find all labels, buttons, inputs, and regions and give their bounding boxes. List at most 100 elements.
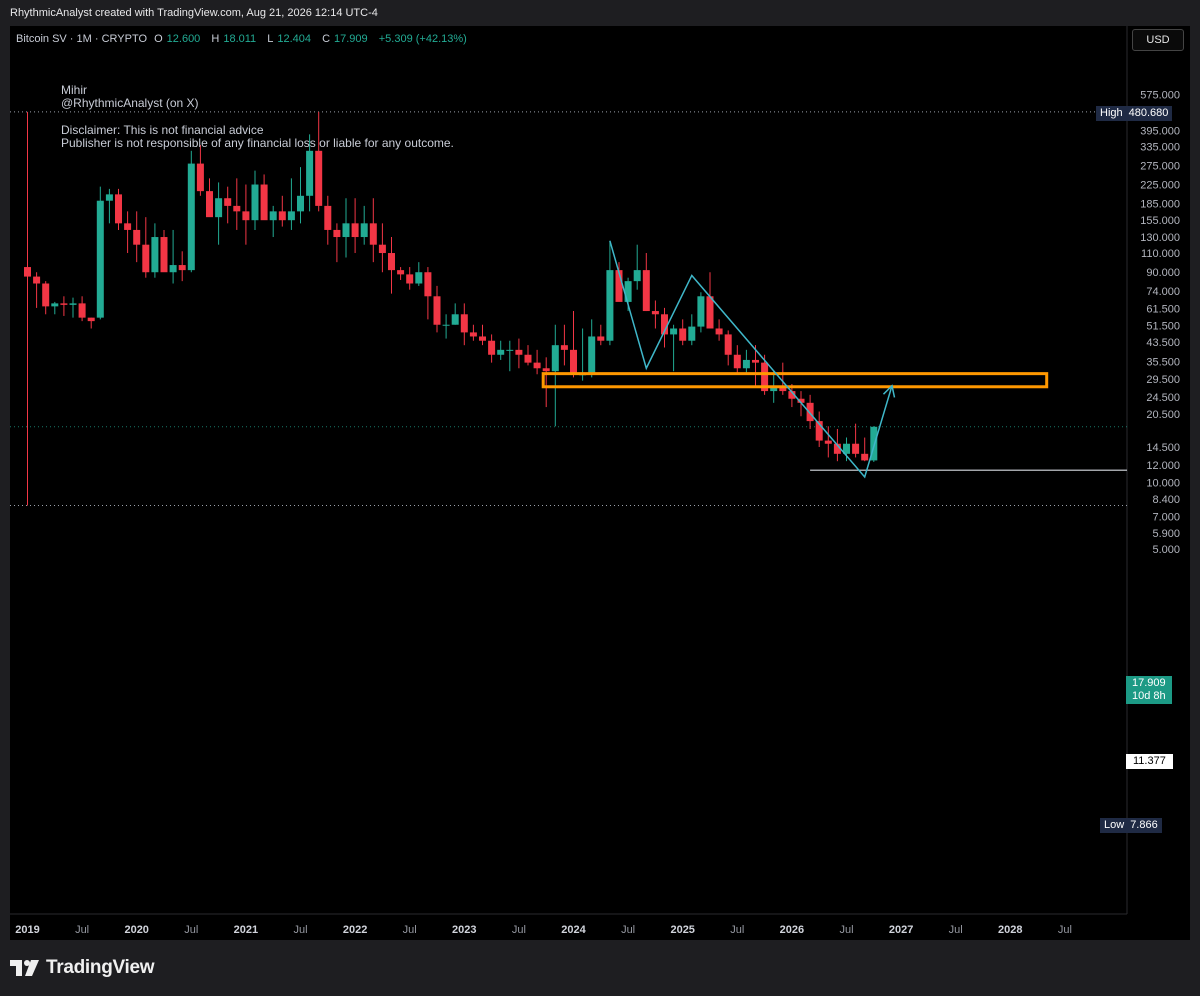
level-marker: 11.377 [1126, 754, 1173, 769]
candle-body [287, 211, 295, 221]
candle-body [378, 244, 386, 254]
candle-body [679, 328, 687, 341]
candle-body [642, 270, 650, 312]
candle-body [178, 265, 186, 271]
tradingview-wordmark: TradingView [46, 957, 155, 978]
candle-body [469, 332, 477, 337]
x-tick-label: Jul [403, 924, 417, 936]
disclaimer-line-2: Publisher is not responsible of any fina… [61, 136, 454, 150]
candle-body [506, 349, 514, 351]
author-handle: @RhythmicAnalyst (on X) [61, 96, 199, 110]
x-tick-label: 2027 [889, 924, 913, 936]
y-tick-label: 335.000 [1140, 141, 1180, 153]
candle-body [670, 328, 678, 335]
x-tick-label: 2023 [452, 924, 476, 936]
candle-body [388, 253, 395, 271]
x-tick-label: 2026 [780, 924, 804, 936]
candle-body [105, 194, 113, 201]
candle-body [706, 296, 714, 329]
candle-body [606, 270, 614, 341]
candle-body [360, 223, 368, 238]
candle-body [278, 211, 286, 221]
candle-body [51, 303, 59, 307]
high-label: H [211, 33, 220, 45]
open-label: O [154, 33, 163, 45]
candle-body [397, 270, 405, 275]
y-tick-label: 575.000 [1140, 90, 1180, 102]
x-tick-label: Jul [949, 924, 963, 936]
candle-body [297, 195, 304, 212]
y-tick-label: 14.500 [1146, 442, 1180, 454]
y-tick-label: 155.000 [1140, 215, 1180, 227]
candle-body [633, 270, 641, 282]
y-tick-label: 275.000 [1140, 160, 1180, 172]
symbol-title[interactable]: Bitcoin SV · 1M · CRYPTO [16, 33, 147, 45]
bar-countdown: 10d 8h [1132, 690, 1166, 702]
currency-button[interactable]: USD [1132, 29, 1184, 51]
candle-body [752, 359, 759, 363]
candle-body [224, 198, 232, 206]
y-tick-label: 130.000 [1140, 232, 1180, 244]
candle-body [570, 349, 577, 375]
open-value: 12.600 [166, 33, 201, 45]
x-tick-label: Jul [621, 924, 635, 936]
y-tick-label: 225.000 [1140, 180, 1180, 192]
projection-path [609, 240, 893, 479]
x-tick-label: 2020 [124, 924, 148, 936]
candle-body [333, 229, 341, 238]
candle-body [460, 314, 468, 333]
candle-body [406, 274, 414, 284]
x-tick-label: 2021 [234, 924, 258, 936]
close-value: 17.909 [334, 33, 368, 45]
candle-body [206, 191, 213, 218]
candle-body [169, 265, 177, 273]
y-tick-label: 61.500 [1146, 304, 1180, 316]
symbol-legend[interactable]: Bitcoin SV · 1M · CRYPTO O 12.600 H 18.011… [16, 33, 471, 45]
candle-body [324, 205, 332, 230]
y-tick-label: 74.000 [1146, 286, 1180, 298]
top-credit: RhythmicAnalyst created with TradingView… [10, 7, 378, 19]
candle-body [479, 336, 486, 341]
candle-body [424, 272, 432, 297]
candle-body [688, 326, 696, 341]
candle-body [96, 200, 104, 318]
candle-body [124, 223, 132, 230]
x-tick-label: Jul [293, 924, 307, 936]
candle-body [442, 324, 450, 326]
low-marker: Low 7.866 [1100, 818, 1162, 833]
x-tick-label: Jul [75, 924, 89, 936]
x-tick-label: Jul [184, 924, 198, 936]
candle-body [597, 336, 605, 341]
resistance-zone [541, 372, 1049, 389]
tradingview-logo-icon [10, 960, 39, 976]
change-value: +5.309 (+42.13%) [378, 33, 467, 45]
x-tick-label: Jul [839, 924, 853, 936]
candle-body [697, 296, 705, 327]
candle-body [451, 314, 459, 325]
footer-logo[interactable]: TradingView [10, 957, 155, 979]
candle-body [715, 328, 723, 335]
candle-body [542, 368, 550, 372]
candle-body [69, 303, 77, 305]
candle-body [42, 283, 50, 307]
candle-body [78, 303, 86, 318]
candle-body [115, 194, 122, 224]
author-notes[interactable]: Mihir @RhythmicAnalyst (on X) Disclaimer… [61, 84, 454, 150]
price-chart[interactable]: 575.000 395.000 335.000 275.000 225.000 185.0… [10, 26, 1190, 940]
candle-body [624, 281, 632, 302]
y-tick-label: 185.000 [1140, 198, 1180, 210]
candle-body [151, 237, 159, 273]
candle-body [852, 443, 860, 454]
y-tick-label: 20.500 [1146, 409, 1180, 421]
candle-body [861, 453, 869, 461]
candle-body [806, 402, 814, 422]
y-tick-label: 12.000 [1146, 460, 1180, 472]
candle-body [515, 349, 523, 355]
high-value: 18.011 [223, 33, 257, 45]
candle-body [269, 211, 277, 221]
y-tick-label: 29.500 [1146, 374, 1180, 386]
chart-frame[interactable]: 575.000 395.000 335.000 275.000 225.000 185.0… [10, 26, 1190, 940]
x-tick-label: Jul [1058, 924, 1072, 936]
candle-body [24, 267, 31, 277]
high-marker-label: High [1100, 107, 1123, 119]
